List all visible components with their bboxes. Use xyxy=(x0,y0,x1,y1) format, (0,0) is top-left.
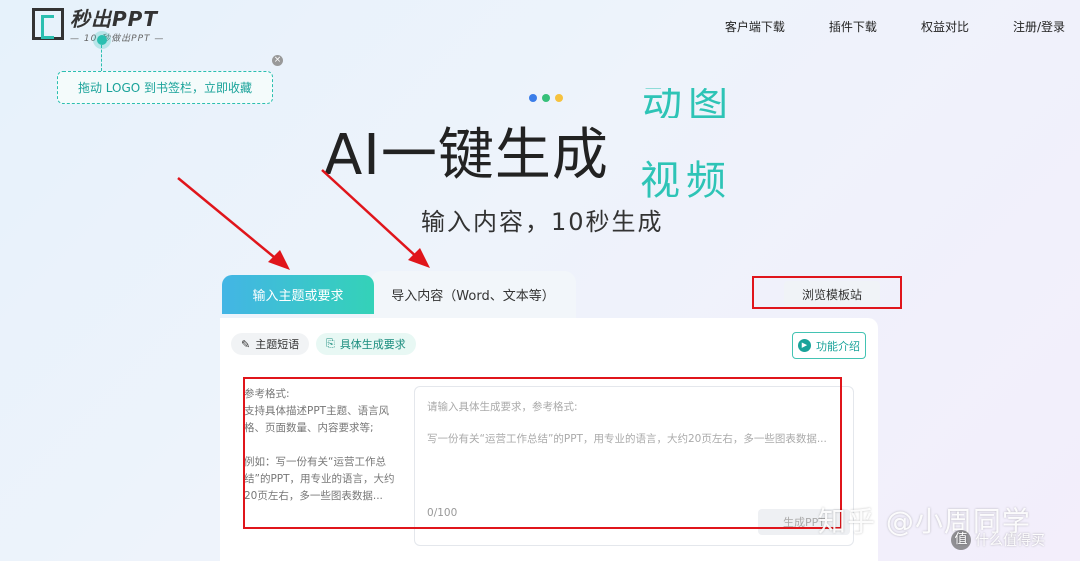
highlight-box-input xyxy=(243,377,842,529)
smzdm-logo-icon: 值 xyxy=(951,530,971,550)
logo-subtitle: — 10 秒做出PPT — xyxy=(70,34,165,44)
highlight-box-browse xyxy=(752,276,902,309)
chip-requirement-label: 具体生成要求 xyxy=(339,338,406,351)
chip-topic-phrase[interactable]: ✎ 主题短语 xyxy=(231,333,310,355)
tab-import-content[interactable]: 导入内容（Word、文本等） xyxy=(370,271,576,318)
pin-connector xyxy=(101,45,102,71)
bookmark-tip: 拖动 LOGO 到书签栏，立即收藏 xyxy=(57,71,273,104)
arrowhead-2 xyxy=(408,248,430,268)
hero-title: AI一键生成 xyxy=(324,123,609,188)
hero-rolling-word-prev: 动图 xyxy=(642,88,734,118)
nav-plugin-download[interactable]: 插件下载 xyxy=(829,18,877,35)
decor-dots xyxy=(529,94,568,102)
dot-blue xyxy=(529,94,537,102)
document-icon: ⎘ xyxy=(326,337,335,350)
feature-intro-button[interactable]: ▶ 功能介绍 xyxy=(792,332,866,359)
chip-specific-requirement[interactable]: ⎘ 具体生成要求 xyxy=(316,333,416,355)
dot-yellow xyxy=(555,94,563,102)
tab-topic-input[interactable]: 输入主题或要求 xyxy=(222,275,374,314)
nav-benefits-compare[interactable]: 权益对比 xyxy=(921,18,969,35)
nav-register-login[interactable]: 注册/登录 xyxy=(1013,18,1065,35)
arrow-line-1 xyxy=(177,177,281,263)
hero-subtitle: 输入内容，10秒生成 xyxy=(421,208,664,236)
play-icon: ▶ xyxy=(798,339,811,352)
feature-intro-label: 功能介绍 xyxy=(816,339,860,353)
drag-pin-icon[interactable] xyxy=(97,35,107,45)
arrowhead-1 xyxy=(268,250,290,270)
watermark-smzdm: 值 什么值得买 xyxy=(951,530,1045,550)
close-icon[interactable]: × xyxy=(272,55,283,66)
logo-title: 秒出PPT xyxy=(70,7,158,31)
hero-rolling-word: 视频 xyxy=(640,158,732,204)
top-nav: 客户端下载 插件下载 权益对比 注册/登录 xyxy=(681,18,1065,35)
watermark-smzdm-text: 什么值得买 xyxy=(975,533,1045,549)
chip-topic-label: 主题短语 xyxy=(255,338,300,351)
dot-green xyxy=(542,94,550,102)
pencil-icon: ✎ xyxy=(241,337,251,351)
logo-mark-icon xyxy=(32,8,64,40)
nav-client-download[interactable]: 客户端下载 xyxy=(725,18,785,35)
